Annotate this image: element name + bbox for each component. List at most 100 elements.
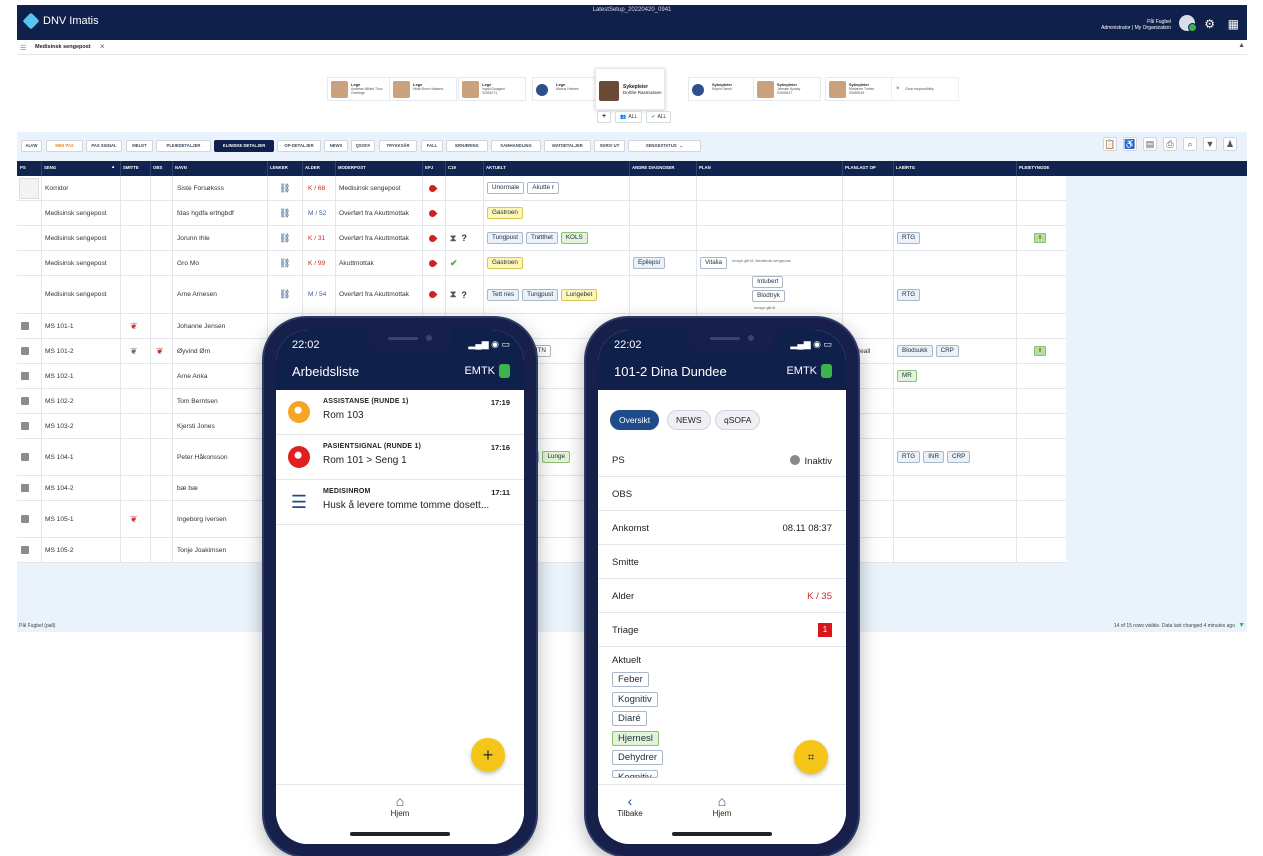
- col-planlagt-op[interactable]: PLANLAGT OP: [845, 165, 876, 170]
- link-icon[interactable]: ⛓: [279, 208, 290, 219]
- ps-cell[interactable]: [21, 251, 39, 275]
- toolbar-matdetaljer[interactable]: MATDETALJER: [544, 140, 591, 152]
- plan-tag[interactable]: Vitalia: [700, 257, 728, 269]
- toolbar-skriv-ut[interactable]: SKRIV UT: [594, 140, 625, 152]
- epj-cell[interactable]: [429, 251, 443, 275]
- patient-name[interactable]: Kjersti Jones: [177, 414, 267, 438]
- col-epj[interactable]: EPJ: [425, 165, 433, 170]
- col-aktuelt[interactable]: AKTUELT: [486, 165, 506, 170]
- table-row[interactable]: MS 105-2 Tonje Joakimsen: [17, 538, 1066, 563]
- links-cell[interactable]: ⛓: [279, 251, 299, 275]
- current-issues-tag[interactable]: Lunge: [542, 451, 570, 463]
- task-item[interactable]: PASIENTSIGNAL (RUNDE 1) Rom 101 > Seng 1 1…: [276, 435, 524, 480]
- app-grid-icon[interactable]: ▦: [1228, 17, 1239, 31]
- lab-rtg-tag[interactable]: RTG: [897, 451, 921, 463]
- unit-selector[interactable]: EMTK: [786, 364, 832, 378]
- current-issues-tag[interactable]: Lungebet: [561, 288, 598, 301]
- search-icon[interactable]: ⌕: [1183, 137, 1197, 151]
- toolbar-qsofa[interactable]: QSOFA: [351, 140, 375, 152]
- unit-selector[interactable]: EMTK: [464, 364, 510, 378]
- add-staff-button[interactable]: +: [597, 111, 612, 123]
- patient-name[interactable]: fdas hgdfa erthgbdf: [177, 201, 267, 225]
- links-cell[interactable]: ⛓: [279, 201, 299, 225]
- all-ok-button[interactable]: ✔ ALL: [646, 111, 672, 123]
- toolbar-samhandling[interactable]: SAMHANDLING: [491, 140, 541, 152]
- patient-name[interactable]: bæ bæ: [177, 476, 267, 500]
- patient-name[interactable]: Jorunn Ihle: [177, 226, 267, 250]
- tab-oversikt[interactable]: Oversikt: [610, 410, 660, 430]
- table-row[interactable]: Medisinsk sengepost Gro Mo ⛓ K / 99 Akuttmot…: [17, 251, 1066, 276]
- ps-cell[interactable]: [21, 389, 39, 413]
- current-issue-tag[interactable]: Kognitiv: [612, 769, 658, 778]
- link-icon[interactable]: ⛓: [279, 289, 290, 300]
- patient-name[interactable]: Ingeborg Iversen: [177, 501, 267, 537]
- current-issues-tag[interactable]: Gastroen: [487, 207, 523, 219]
- current-issues-tag[interactable]: Akutte r: [527, 182, 559, 194]
- patient-name[interactable]: Tonje Joakimsen: [177, 538, 267, 562]
- list-edit-icon[interactable]: ▤: [1143, 137, 1157, 151]
- lab-rtg-tag[interactable]: Blodsukk: [897, 345, 933, 357]
- lab-rtg-tag[interactable]: CRP: [935, 345, 959, 357]
- current-issue-tag[interactable]: Kognitiv: [612, 691, 658, 707]
- patient-name[interactable]: Peter Håkonsson: [177, 439, 267, 475]
- nav-back[interactable]: ‹ Tilbake: [612, 793, 648, 818]
- lab-rtg-tag[interactable]: CRP: [947, 451, 971, 463]
- current-issue-tag[interactable]: Diaré: [612, 711, 647, 726]
- epj-cell[interactable]: [429, 226, 443, 250]
- table-row[interactable]: MS 101-1 ❦ Johanne Jensen: [17, 314, 1066, 339]
- ps-cell[interactable]: [21, 501, 39, 537]
- patient-name[interactable]: Arne Anka: [177, 364, 267, 388]
- staff-card[interactable]: Lege Ingrid Guagard 92451071: [458, 77, 526, 101]
- brand[interactable]: DNV Imatis: [22, 12, 99, 30]
- toolbar-mini-pas[interactable]: MINI PAS: [46, 140, 83, 152]
- toolbar-pleiedetaljer[interactable]: PLEIEDETALJER: [156, 140, 211, 152]
- toolbar-pas-signal[interactable]: PAS SIGNAL: [86, 140, 122, 152]
- col-lab-rtg[interactable]: LAB/RTG: [896, 165, 915, 170]
- tab-news[interactable]: NEWS: [667, 410, 711, 430]
- ps-cell[interactable]: [21, 439, 39, 475]
- links-cell[interactable]: ⛓: [279, 176, 299, 200]
- clipboard-icon[interactable]: 📋: [1103, 137, 1117, 151]
- current-issue-tag[interactable]: Dehydrer: [612, 750, 664, 765]
- ps-cell[interactable]: [21, 476, 39, 500]
- col-moderpost[interactable]: MODERPOST: [338, 165, 366, 170]
- col-c19[interactable]: C19: [448, 165, 456, 170]
- lab-rtg-tag[interactable]: RTG: [897, 288, 921, 301]
- task-item[interactable]: ☰ MEDISINROM Husk å levere tomme tomme dos…: [276, 480, 524, 525]
- table-row[interactable]: Medisinsk sengepost fdas hgdfa erthgbdf ⛓ M…: [17, 201, 1066, 226]
- plan-tag[interactable]: Blodtryk: [752, 290, 785, 302]
- nav-home[interactable]: ⌂ Hjem: [380, 793, 420, 818]
- col-plan[interactable]: PLAN: [699, 165, 711, 170]
- current-issues-tag[interactable]: KOLS: [560, 232, 588, 244]
- ps-cell[interactable]: [21, 364, 39, 388]
- staff-card[interactable]: Sykepleier Espen Særdi: [688, 77, 756, 101]
- table-row[interactable]: Medisinsk sengepost Jorunn Ihle ⛓ K / 31 Ove…: [17, 226, 1066, 251]
- link-icon[interactable]: ⛓: [279, 258, 290, 269]
- ps-cell[interactable]: [21, 414, 39, 438]
- plan-tag[interactable]: Intubert: [752, 276, 784, 288]
- ps-cell[interactable]: [21, 201, 39, 225]
- staff-card[interactable]: Lege Hilde Bonn Haføresi: [389, 77, 457, 101]
- current-issues-tag[interactable]: Tungpust: [522, 288, 559, 301]
- table-row[interactable]: MS 103-2 Kjersti Jones: [17, 414, 1066, 439]
- lab-rtg-tag[interactable]: INR: [923, 451, 945, 463]
- patient-name[interactable]: Øyvind Ørn: [177, 339, 267, 363]
- ps-cell[interactable]: [21, 339, 39, 363]
- link-icon[interactable]: ⛓: [279, 183, 290, 194]
- tab-medisinsk-sengepost[interactable]: Medisinsk sengepost: [35, 44, 91, 50]
- lab-rtg-tag[interactable]: RTG: [897, 232, 921, 244]
- lab-rtg-tag[interactable]: MR: [897, 370, 917, 382]
- wheelchair-icon[interactable]: ♿: [1123, 137, 1137, 151]
- table-row[interactable]: MS 104-2 bæ bæ: [17, 476, 1066, 501]
- toolbar-kliniske-detaljer[interactable]: KLINISKE DETALJER: [214, 140, 274, 152]
- toolbar-sengestatus[interactable]: SENGESTATUS ⌄: [628, 140, 701, 152]
- col-seng[interactable]: SENG: [44, 165, 56, 170]
- toolbar-news[interactable]: NEWS: [324, 140, 348, 152]
- col-smitte[interactable]: SMITTE: [123, 165, 139, 170]
- link-icon[interactable]: ⛓: [279, 233, 290, 244]
- patient-name[interactable]: Arne Arnesen: [177, 276, 267, 313]
- staff-card[interactable]: Lege Marius Holmes: [532, 77, 600, 101]
- other-diagnoses-tag[interactable]: Epilepsi: [633, 257, 666, 269]
- table-row[interactable]: MS 104-1Peter HåkonssonFeberLungeRTGINRC…: [17, 439, 1066, 476]
- clear-icon[interactable]: ×: [896, 86, 900, 92]
